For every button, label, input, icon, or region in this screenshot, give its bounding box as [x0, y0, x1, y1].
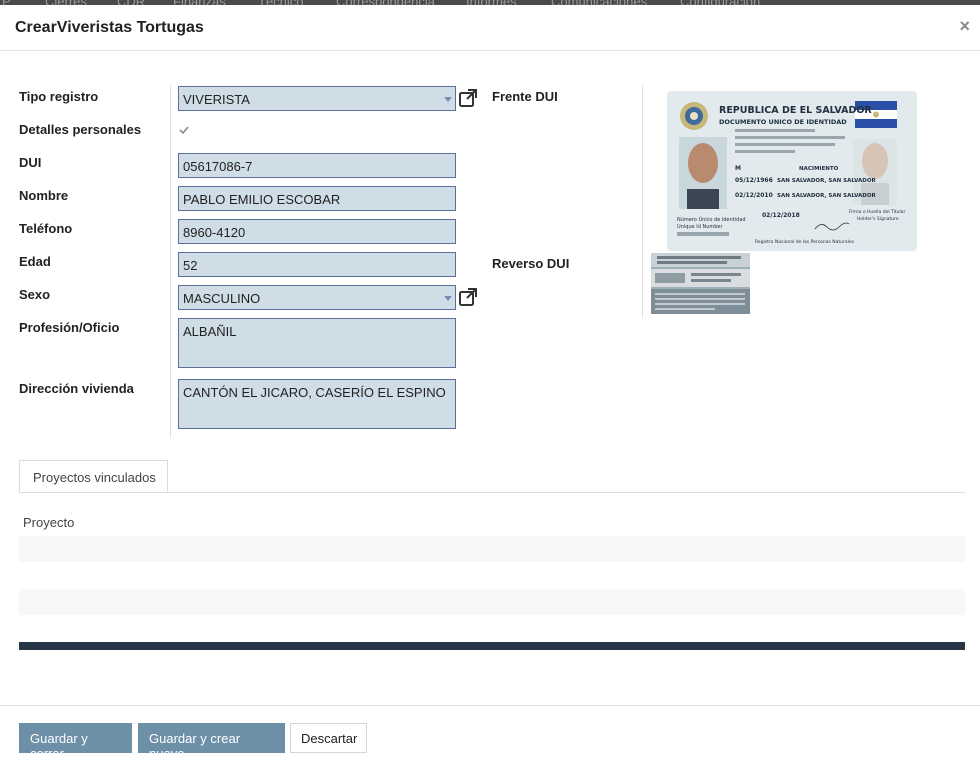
- card-title: REPUBLICA DE EL SALVADOR: [719, 105, 872, 116]
- card-birth-place: SAN SALVADOR, SAN SALVADOR: [777, 178, 877, 184]
- close-icon[interactable]: ×: [959, 16, 970, 37]
- card-issue-date: 02/12/2010: [735, 192, 773, 199]
- card-id-number-label-en: Unique Id Number: [677, 224, 723, 230]
- edad-label: Edad: [19, 254, 51, 269]
- tipo-registro-select[interactable]: VIVERISTA: [178, 86, 456, 111]
- card-registry-label: Registro Nacional de las Personas Natura…: [755, 239, 855, 245]
- frente-dui-label: Frente DUI: [492, 89, 558, 104]
- column-header-proyecto[interactable]: Proyecto: [23, 515, 74, 530]
- nombre-input[interactable]: PABLO EMILIO ESCOBAR: [178, 186, 456, 211]
- tipo-registro-value: VIVERISTA: [183, 92, 250, 107]
- table-row: [19, 536, 965, 562]
- modal-footer: Guardar y cerrar Guardar y crear nuevo D…: [0, 705, 980, 768]
- check-icon[interactable]: [178, 124, 190, 136]
- save-close-button[interactable]: Guardar y cerrar: [19, 723, 132, 761]
- reverso-dui-label: Reverso DUI: [492, 256, 570, 271]
- tab-proyectos-vinculados[interactable]: Proyectos vinculados: [19, 460, 168, 493]
- sexo-label: Sexo: [19, 287, 51, 302]
- dui-label: DUI: [19, 155, 42, 170]
- direccion-textarea[interactable]: CANTÓN EL JICARO, CASERÍO EL ESPINO: [178, 379, 456, 429]
- card-signature-label: Firma o Huella del Titular: [849, 209, 906, 215]
- table-row: [19, 589, 965, 615]
- card-expiry-date: 02/12/2018: [762, 212, 800, 219]
- external-link-icon[interactable]: [458, 287, 478, 307]
- card-nacimiento: NACIMIENTO: [799, 166, 839, 172]
- nombre-label: Nombre: [19, 188, 69, 203]
- table-footer-bar: [19, 642, 965, 650]
- card-issue-place: SAN SALVADOR, SAN SALVADOR: [777, 193, 877, 199]
- dui-input[interactable]: 05617086-7: [178, 153, 456, 178]
- modal-header: CrearViveristas Tortugas ×: [0, 5, 980, 51]
- edad-input[interactable]: 52: [178, 252, 456, 277]
- card-sex: M: [735, 165, 741, 172]
- chevron-down-icon: [444, 97, 452, 102]
- label-column-divider: [170, 85, 171, 438]
- create-viverista-modal: CrearViveristas Tortugas × Tipo registro…: [0, 5, 980, 768]
- card-subtitle: DOCUMENTO UNICO DE IDENTIDAD: [719, 118, 847, 126]
- sexo-value: MASCULINO: [183, 291, 261, 306]
- external-link-icon[interactable]: [458, 88, 478, 108]
- discard-button[interactable]: Descartar: [290, 723, 367, 753]
- card-birth-date: 05/12/1966: [735, 177, 773, 184]
- card-signature-label-en: Holder's Signature: [857, 216, 899, 222]
- chevron-down-icon: [444, 296, 452, 301]
- telefono-label: Teléfono: [19, 221, 73, 236]
- direccion-label: Dirección vivienda: [19, 381, 134, 396]
- save-new-button[interactable]: Guardar y crear nuevo: [138, 723, 285, 761]
- card-id-number-label: Número Único de Identidad: [677, 216, 746, 223]
- image-column-divider: [642, 85, 643, 318]
- modal-title: CrearViveristas Tortugas: [15, 19, 204, 36]
- tab-underline: [19, 492, 965, 493]
- frente-dui-image[interactable]: REPUBLICA DE EL SALVADOR DOCUMENTO UNICO…: [667, 91, 917, 251]
- telefono-input[interactable]: 8960-4120: [178, 219, 456, 244]
- profesion-label: Profesión/Oficio: [19, 320, 120, 335]
- sexo-select[interactable]: MASCULINO: [178, 285, 456, 310]
- reverso-dui-image[interactable]: [651, 253, 750, 314]
- tipo-registro-label: Tipo registro: [19, 89, 99, 104]
- detalles-personales-label: Detalles personales: [19, 122, 142, 137]
- profesion-textarea[interactable]: ALBAÑIL: [178, 318, 456, 368]
